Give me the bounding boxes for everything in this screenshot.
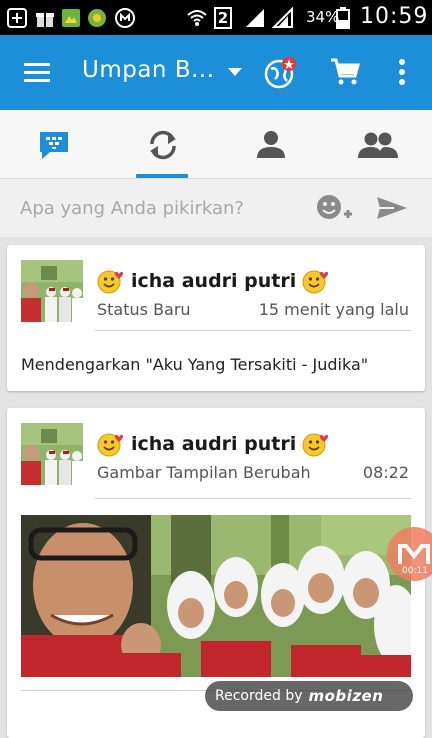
- name-row: icha audri putri: [97, 430, 330, 458]
- battery-percent: 34%: [306, 8, 340, 26]
- recorder-brand: mobizen: [308, 687, 384, 705]
- emoticon-add-icon[interactable]: [316, 194, 354, 222]
- smiley-heart-icon: [302, 270, 329, 294]
- recorder-timer: 00:11: [402, 566, 428, 576]
- tab-bbm-chat[interactable]: [0, 110, 108, 178]
- avatar[interactable]: [21, 423, 83, 485]
- update-type: Gambar Tampilan Berubah: [97, 463, 311, 482]
- update-type: Status Baru: [97, 300, 191, 319]
- bbm-chat-icon: [40, 132, 68, 159]
- smiley-heart-icon: [97, 270, 124, 294]
- signal-icon: [272, 7, 293, 28]
- wifi-icon: [187, 10, 207, 26]
- signal-icon: [246, 9, 264, 27]
- refresh-icon: [150, 130, 176, 160]
- tab-groups[interactable]: [324, 110, 432, 178]
- user-name[interactable]: icha audri putri: [131, 270, 296, 292]
- people-icon: [358, 132, 398, 158]
- avatar[interactable]: [21, 260, 83, 322]
- composer-input[interactable]: Apa yang Anda pikirkan?: [20, 198, 244, 219]
- cart-icon[interactable]: [330, 58, 360, 86]
- person-icon: [257, 131, 285, 158]
- more-vert-icon[interactable]: [398, 59, 406, 85]
- notification-app-icon: [88, 9, 106, 27]
- profile-picture-photo[interactable]: [21, 515, 411, 677]
- divider: [95, 498, 411, 499]
- recorder-watermark: Recorded by mobizen: [205, 681, 413, 711]
- user-name[interactable]: icha audri putri: [131, 433, 296, 455]
- smiley-heart-icon: [302, 433, 329, 457]
- divider: [95, 330, 411, 331]
- globe-notification-icon[interactable]: [263, 55, 299, 91]
- update-time: 15 menit yang lalu: [258, 300, 409, 319]
- tab-updates[interactable]: [108, 110, 216, 178]
- gift-icon: [36, 13, 54, 27]
- status-bar: 2 34% 10:59: [0, 0, 432, 35]
- feed-title[interactable]: Umpan B...: [82, 57, 215, 83]
- feed-card[interactable]: icha audri putri Status Baru 15 menit ya…: [7, 245, 425, 391]
- sim-slot-badge: 2: [214, 7, 232, 29]
- dropdown-caret-icon[interactable]: [228, 68, 242, 78]
- tab-contact[interactable]: [216, 110, 324, 178]
- smiley-heart-icon: [97, 433, 124, 457]
- send-icon[interactable]: [376, 196, 408, 220]
- recorded-by-label: Recorded by: [215, 688, 303, 704]
- clock: 10:59: [360, 4, 429, 29]
- battery-icon: [336, 7, 350, 29]
- tab-bar: [0, 110, 432, 178]
- update-time: 08:22: [362, 463, 409, 482]
- add-box-icon: [7, 8, 27, 28]
- name-row: icha audri putri: [97, 267, 330, 295]
- notification-app-icon: [62, 9, 80, 27]
- status-message: Mendengarkan "Aku Yang Tersakiti - Judik…: [21, 355, 369, 374]
- bbm-status-icon: [115, 8, 135, 28]
- menu-icon[interactable]: [24, 63, 50, 83]
- app-bar: Umpan B...: [0, 35, 432, 110]
- status-composer: Apa yang Anda pikirkan?: [0, 178, 432, 237]
